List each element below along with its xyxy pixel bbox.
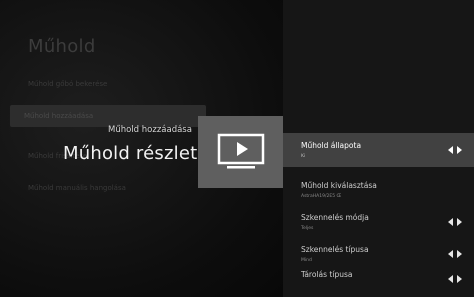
background-menu-item: Műhold gőbó bekerése xyxy=(28,80,108,88)
tv-tile xyxy=(198,116,284,188)
background-menu-item-label: Műhold hozzáadása xyxy=(24,112,94,120)
setting-label: Szkennelés módja xyxy=(301,213,369,222)
setting-label: Műhold kiválasztása xyxy=(301,181,377,190)
setting-label: Tárolás típusa xyxy=(301,270,353,279)
background-menu-item: Műhold manuális hangolása xyxy=(28,184,126,192)
setting-value: Ki xyxy=(301,154,306,159)
settings-panel: Műhold állapota Ki Műhold kiválasztása A… xyxy=(283,0,474,297)
section-caption: Műhold hozzáadása xyxy=(108,125,192,135)
background-menu-item-selected: Műhold hozzáadása xyxy=(10,105,206,127)
tv-play-icon xyxy=(217,133,265,169)
setting-label: Műhold állapota xyxy=(301,141,362,150)
left-right-arrows-icon[interactable] xyxy=(448,146,462,154)
setting-value: Teljes xyxy=(301,226,314,231)
setting-value: AstraHA19/2E5 Œ xyxy=(301,194,342,199)
setting-row-satellite-status[interactable]: Műhold állapota Ki xyxy=(283,133,474,167)
setting-label: Szkennelés típusa xyxy=(301,245,369,254)
setting-row-satellite-select[interactable]: Műhold kiválasztása AstraHA19/2E5 Œ xyxy=(283,173,474,207)
setting-row-scan-mode[interactable]: Szkennelés módja Teljes xyxy=(283,205,474,239)
left-right-arrows-icon[interactable] xyxy=(448,275,462,283)
background-menu-title: Műhold xyxy=(28,36,96,57)
setting-row-storage-type[interactable]: Tárolás típusa xyxy=(283,262,474,296)
page-title: Műhold részlet xyxy=(63,143,198,164)
left-right-arrows-icon[interactable] xyxy=(448,250,462,258)
left-right-arrows-icon[interactable] xyxy=(448,218,462,226)
